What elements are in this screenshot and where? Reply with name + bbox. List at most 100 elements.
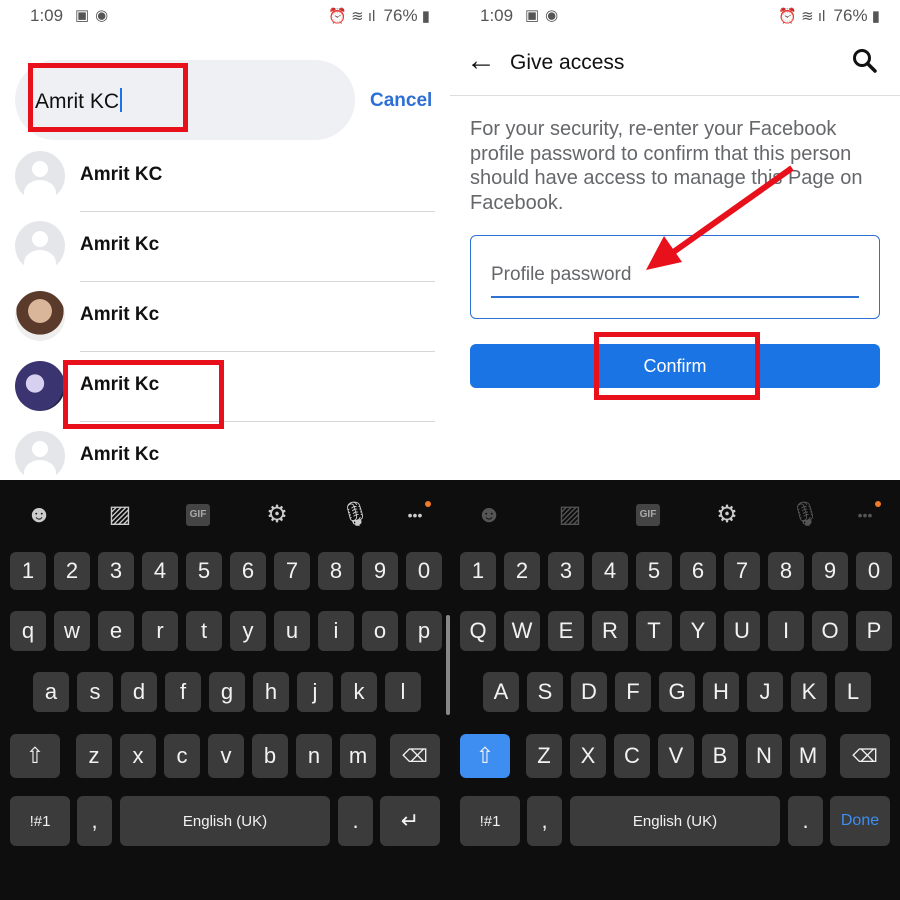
key-c[interactable]: C bbox=[614, 734, 650, 778]
key-w[interactable]: W bbox=[504, 611, 540, 651]
key-u[interactable]: U bbox=[724, 611, 760, 651]
key-i[interactable]: I bbox=[768, 611, 804, 651]
key-g[interactable]: G bbox=[659, 672, 695, 712]
gif-icon[interactable]: GIF bbox=[633, 500, 663, 530]
microphone-icon[interactable]: 🎙 bbox=[340, 500, 370, 530]
avatar[interactable] bbox=[15, 291, 65, 341]
key-d[interactable]: d bbox=[121, 672, 157, 712]
key-s[interactable]: s bbox=[77, 672, 113, 712]
result-name[interactable]: Amrit Kc bbox=[80, 444, 159, 466]
period-key[interactable]: . bbox=[788, 796, 823, 846]
key-f[interactable]: F bbox=[615, 672, 651, 712]
key-9[interactable]: 9 bbox=[362, 552, 398, 590]
key-w[interactable]: w bbox=[54, 611, 90, 651]
key-o[interactable]: O bbox=[812, 611, 848, 651]
comma-key[interactable]: , bbox=[77, 796, 112, 846]
enter-key[interactable]: ↵ bbox=[380, 796, 440, 846]
key-5[interactable]: 5 bbox=[636, 552, 672, 590]
key-n[interactable]: n bbox=[296, 734, 332, 778]
emoji-icon[interactable]: ☻ bbox=[24, 500, 54, 530]
key-h[interactable]: h bbox=[253, 672, 289, 712]
sticker-icon[interactable]: ▨ bbox=[555, 500, 585, 530]
shift-key[interactable]: ⇧ bbox=[10, 734, 60, 778]
sticker-icon[interactable]: ▨ bbox=[105, 500, 135, 530]
key-i[interactable]: i bbox=[318, 611, 354, 651]
key-2[interactable]: 2 bbox=[504, 552, 540, 590]
key-z[interactable]: Z bbox=[526, 734, 562, 778]
key-z[interactable]: z bbox=[76, 734, 112, 778]
symbols-key[interactable]: !#1 bbox=[10, 796, 70, 846]
key-6[interactable]: 6 bbox=[680, 552, 716, 590]
gear-icon[interactable]: ⚙ bbox=[262, 500, 292, 530]
cancel-button[interactable]: Cancel bbox=[370, 90, 432, 112]
key-b[interactable]: b bbox=[252, 734, 288, 778]
done-key[interactable]: Done bbox=[830, 796, 890, 846]
key-0[interactable]: 0 bbox=[406, 552, 442, 590]
key-1[interactable]: 1 bbox=[460, 552, 496, 590]
key-s[interactable]: S bbox=[527, 672, 563, 712]
key-j[interactable]: j bbox=[297, 672, 333, 712]
backspace-key[interactable]: ⌫ bbox=[840, 734, 890, 778]
key-e[interactable]: E bbox=[548, 611, 584, 651]
key-3[interactable]: 3 bbox=[98, 552, 134, 590]
key-1[interactable]: 1 bbox=[10, 552, 46, 590]
key-6[interactable]: 6 bbox=[230, 552, 266, 590]
key-q[interactable]: Q bbox=[460, 611, 496, 651]
period-key[interactable]: . bbox=[338, 796, 373, 846]
key-l[interactable]: L bbox=[835, 672, 871, 712]
avatar[interactable] bbox=[15, 221, 65, 271]
key-v[interactable]: v bbox=[208, 734, 244, 778]
key-c[interactable]: c bbox=[164, 734, 200, 778]
key-h[interactable]: H bbox=[703, 672, 739, 712]
key-r[interactable]: R bbox=[592, 611, 628, 651]
key-4[interactable]: 4 bbox=[142, 552, 178, 590]
key-b[interactable]: B bbox=[702, 734, 738, 778]
avatar[interactable] bbox=[15, 361, 65, 411]
key-v[interactable]: V bbox=[658, 734, 694, 778]
key-x[interactable]: x bbox=[120, 734, 156, 778]
avatar[interactable] bbox=[15, 431, 65, 481]
key-3[interactable]: 3 bbox=[548, 552, 584, 590]
key-y[interactable]: y bbox=[230, 611, 266, 651]
key-m[interactable]: m bbox=[340, 734, 376, 778]
key-9[interactable]: 9 bbox=[812, 552, 848, 590]
key-t[interactable]: t bbox=[186, 611, 222, 651]
key-m[interactable]: M bbox=[790, 734, 826, 778]
key-p[interactable]: p bbox=[406, 611, 442, 651]
microphone-icon[interactable]: 🎙 bbox=[790, 500, 820, 530]
result-name[interactable]: Amrit Kc bbox=[80, 304, 159, 326]
key-5[interactable]: 5 bbox=[186, 552, 222, 590]
key-r[interactable]: r bbox=[142, 611, 178, 651]
key-a[interactable]: A bbox=[483, 672, 519, 712]
key-l[interactable]: l bbox=[385, 672, 421, 712]
key-p[interactable]: P bbox=[856, 611, 892, 651]
result-name[interactable]: Amrit KC bbox=[80, 164, 162, 186]
key-a[interactable]: a bbox=[33, 672, 69, 712]
key-7[interactable]: 7 bbox=[724, 552, 760, 590]
avatar[interactable] bbox=[15, 151, 65, 201]
emoji-icon[interactable]: ☻ bbox=[474, 500, 504, 530]
result-name[interactable]: Amrit Kc bbox=[80, 234, 159, 256]
key-0[interactable]: 0 bbox=[856, 552, 892, 590]
key-q[interactable]: q bbox=[10, 611, 46, 651]
key-4[interactable]: 4 bbox=[592, 552, 628, 590]
key-g[interactable]: g bbox=[209, 672, 245, 712]
key-t[interactable]: T bbox=[636, 611, 672, 651]
key-o[interactable]: o bbox=[362, 611, 398, 651]
symbols-key[interactable]: !#1 bbox=[460, 796, 520, 846]
key-x[interactable]: X bbox=[570, 734, 606, 778]
gif-icon[interactable]: GIF bbox=[183, 500, 213, 530]
key-d[interactable]: D bbox=[571, 672, 607, 712]
key-k[interactable]: k bbox=[341, 672, 377, 712]
key-y[interactable]: Y bbox=[680, 611, 716, 651]
space-key[interactable]: English (UK) bbox=[120, 796, 330, 846]
space-key[interactable]: English (UK) bbox=[570, 796, 780, 846]
backspace-key[interactable]: ⌫ bbox=[390, 734, 440, 778]
comma-key[interactable]: , bbox=[527, 796, 562, 846]
key-k[interactable]: K bbox=[791, 672, 827, 712]
key-n[interactable]: N bbox=[746, 734, 782, 778]
key-u[interactable]: u bbox=[274, 611, 310, 651]
key-8[interactable]: 8 bbox=[318, 552, 354, 590]
key-7[interactable]: 7 bbox=[274, 552, 310, 590]
key-f[interactable]: f bbox=[165, 672, 201, 712]
